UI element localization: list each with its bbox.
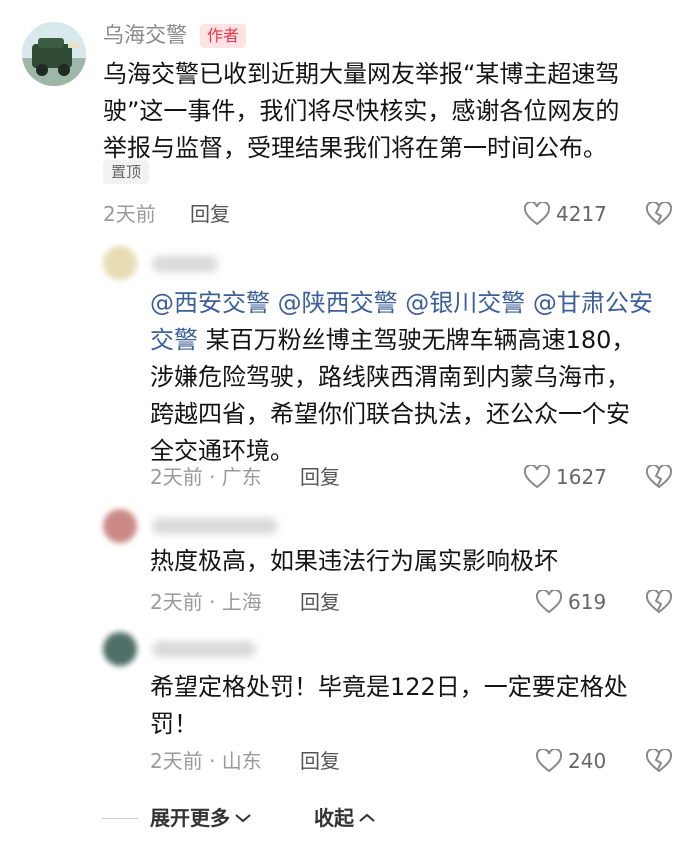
heart-outline-icon: [536, 590, 562, 614]
comment-text-span: 某百万粉丝博主驾驶无牌车辆高速180，: [198, 326, 636, 354]
commenter-avatar[interactable]: [103, 509, 137, 543]
comment-line: 乌海交警已收到近期大量网友举报“某博主超速驾: [103, 60, 620, 88]
chevron-down-icon: [235, 814, 251, 823]
commenter-avatar[interactable]: [103, 246, 137, 280]
mention-link[interactable]: @西安交警: [150, 289, 270, 317]
collapse-label: 收起: [314, 806, 354, 830]
like-count: 1627: [556, 465, 607, 489]
comment-line: 希望定格处罚！毕竟是122日，一定要定格处: [150, 673, 628, 701]
broken-heart-icon: [646, 202, 672, 226]
comment-line: @西安交警 @陕西交警 @银川交警 @甘肃公安: [150, 285, 653, 322]
comment-line: 涉嫌危险驾驶，路线陕西渭南到内蒙乌海市，: [150, 363, 630, 391]
mention-link[interactable]: @甘肃公安: [533, 289, 653, 317]
comment-line: 举报与监督，受理结果我们将在第一时间公布。: [103, 134, 607, 162]
commenter-name[interactable]: [152, 256, 218, 272]
like-count: 240: [568, 749, 607, 773]
author-name[interactable]: 乌海交警: [103, 21, 187, 49]
comment-time-location: 2天前 · 上海: [150, 590, 262, 614]
comment-time: 2天前: [103, 202, 156, 226]
author-avatar[interactable]: [22, 22, 86, 86]
commenter-name[interactable]: [152, 518, 278, 534]
broken-heart-icon: [646, 749, 672, 773]
commenter-avatar[interactable]: [103, 632, 137, 666]
mention-link[interactable]: @陕西交警: [278, 289, 398, 317]
like-count: 4217: [556, 202, 607, 226]
heart-outline-icon: [524, 202, 550, 226]
like-button[interactable]: [536, 590, 562, 614]
author-comment-text: 乌海交警已收到近期大量网友举报“某博主超速驾 驶”这一事件，我们将尽快核实，感谢…: [103, 56, 619, 167]
heart-outline-icon: [536, 749, 562, 773]
dislike-button[interactable]: [646, 202, 672, 226]
expand-more-button[interactable]: 展开更多: [150, 804, 252, 832]
author-badge: 作者: [200, 24, 247, 48]
comment-line: 热度极高，如果违法行为属实影响极坏: [150, 547, 558, 575]
like-button[interactable]: [524, 465, 550, 489]
comment-text: @西安交警 @陕西交警 @银川交警 @甘肃公安 交警 某百万粉丝博主驾驶无牌车辆…: [150, 285, 653, 470]
broken-heart-icon: [646, 465, 672, 489]
comment-text: 热度极高，如果违法行为属实影响极坏: [150, 543, 558, 580]
like-button[interactable]: [524, 202, 550, 226]
dislike-button[interactable]: [646, 749, 672, 773]
reply-button[interactable]: 回复: [190, 200, 230, 228]
expand-more-label: 展开更多: [150, 806, 230, 830]
comment-line: 罚！: [150, 710, 198, 738]
dislike-button[interactable]: [646, 590, 672, 614]
commenter-name[interactable]: [152, 641, 256, 657]
reply-button[interactable]: 回复: [300, 747, 340, 775]
comment-line: 交警 某百万粉丝博主驾驶无牌车辆高速180，: [150, 322, 653, 359]
heart-outline-icon: [524, 465, 550, 489]
divider: [102, 818, 138, 819]
broken-heart-icon: [646, 590, 672, 614]
mention-link[interactable]: 交警: [150, 326, 198, 354]
collapse-button[interactable]: 收起: [314, 804, 376, 832]
like-button[interactable]: [536, 749, 562, 773]
reply-button[interactable]: 回复: [300, 463, 340, 491]
comment-line: 驶”这一事件，我们将尽快核实，感谢各位网友的: [103, 97, 620, 125]
comment-time-location: 2天前 · 山东: [150, 749, 262, 773]
comment-text: 希望定格处罚！毕竟是122日，一定要定格处 罚！: [150, 669, 628, 743]
reply-button[interactable]: 回复: [300, 588, 340, 616]
comment-time-location: 2天前 · 广东: [150, 465, 262, 489]
chevron-up-icon: [359, 813, 375, 822]
mention-link[interactable]: @银川交警: [405, 289, 525, 317]
comment-line: 跨越四省，希望你们联合执法，还公众一个安: [150, 400, 630, 428]
pinned-tag: 置顶: [103, 160, 150, 184]
like-count: 619: [568, 590, 607, 614]
dislike-button[interactable]: [646, 465, 672, 489]
